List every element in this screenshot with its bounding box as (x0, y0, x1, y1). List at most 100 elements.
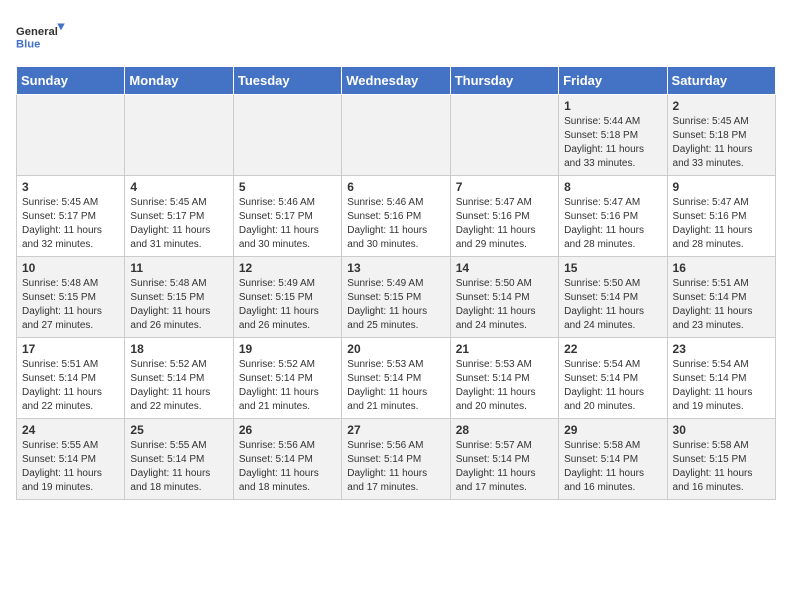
day-info: Sunrise: 5:55 AM Sunset: 5:14 PM Dayligh… (130, 439, 227, 495)
day-info: Sunrise: 5:54 AM Sunset: 5:14 PM Dayligh… (564, 358, 661, 414)
day-info: Sunrise: 5:49 AM Sunset: 5:15 PM Dayligh… (239, 277, 336, 333)
calendar-cell (125, 95, 233, 176)
day-number: 23 (673, 342, 770, 356)
day-info: Sunrise: 5:48 AM Sunset: 5:15 PM Dayligh… (130, 277, 227, 333)
calendar-cell: 30Sunrise: 5:58 AM Sunset: 5:15 PM Dayli… (667, 419, 775, 500)
day-number: 28 (456, 423, 553, 437)
day-number: 20 (347, 342, 444, 356)
calendar-cell: 23 Sunrise: 5:54 AM Sunset: 5:14 PM Dayli… (667, 338, 775, 419)
calendar-cell: 16 Sunrise: 5:51 AM Sunset: 5:14 PM Dayli… (667, 257, 775, 338)
day-number: 9 (673, 180, 770, 194)
day-info: Sunrise: 5:56 AM Sunset: 5:14 PM Dayligh… (239, 439, 336, 495)
weekday-header-monday: Monday (125, 67, 233, 95)
calendar-week-4: 17 Sunrise: 5:51 AM Sunset: 5:14 PM Dayli… (17, 338, 776, 419)
day-info: Sunrise: 5:45 AM Sunset: 5:17 PM Dayligh… (22, 196, 119, 252)
day-number: 15 (564, 261, 661, 275)
weekday-header-wednesday: Wednesday (342, 67, 450, 95)
day-info: Sunrise: 5:45 AM Sunset: 5:18 PM Dayligh… (673, 115, 770, 171)
calendar-cell: 10Sunrise: 5:48 AM Sunset: 5:15 PM Dayli… (17, 257, 125, 338)
day-number: 5 (239, 180, 336, 194)
header: General Blue (16, 16, 776, 56)
day-info: Sunrise: 5:58 AM Sunset: 5:15 PM Dayligh… (673, 439, 770, 495)
calendar-cell: 24 Sunrise: 5:55 AM Sunset: 5:14 PM Dayli… (17, 419, 125, 500)
day-number: 16 (673, 261, 770, 275)
day-info: Sunrise: 5:49 AM Sunset: 5:15 PM Dayligh… (347, 277, 444, 333)
day-number: 21 (456, 342, 553, 356)
calendar-cell: 2 Sunrise: 5:45 AM Sunset: 5:18 PM Daylig… (667, 95, 775, 176)
day-info: Sunrise: 5:53 AM Sunset: 5:14 PM Dayligh… (456, 358, 553, 414)
weekday-header-row: SundayMondayTuesdayWednesdayThursdayFrid… (17, 67, 776, 95)
day-number: 14 (456, 261, 553, 275)
calendar-cell: 17 Sunrise: 5:51 AM Sunset: 5:14 PM Dayli… (17, 338, 125, 419)
day-info: Sunrise: 5:47 AM Sunset: 5:16 PM Dayligh… (673, 196, 770, 252)
day-info: Sunrise: 5:54 AM Sunset: 5:14 PM Dayligh… (673, 358, 770, 414)
day-number: 13 (347, 261, 444, 275)
day-number: 24 (22, 423, 119, 437)
calendar-cell: 28 Sunrise: 5:57 AM Sunset: 5:14 PM Dayli… (450, 419, 558, 500)
weekday-header-sunday: Sunday (17, 67, 125, 95)
day-number: 19 (239, 342, 336, 356)
day-number: 6 (347, 180, 444, 194)
day-info: Sunrise: 5:52 AM Sunset: 5:14 PM Dayligh… (130, 358, 227, 414)
calendar-cell (17, 95, 125, 176)
calendar-cell: 7 Sunrise: 5:47 AM Sunset: 5:16 PM Daylig… (450, 176, 558, 257)
calendar-cell: 20Sunrise: 5:53 AM Sunset: 5:14 PM Dayli… (342, 338, 450, 419)
day-number: 22 (564, 342, 661, 356)
calendar-cell (342, 95, 450, 176)
day-info: Sunrise: 5:47 AM Sunset: 5:16 PM Dayligh… (564, 196, 661, 252)
calendar-cell: 11Sunrise: 5:48 AM Sunset: 5:15 PM Dayli… (125, 257, 233, 338)
svg-text:Blue: Blue (16, 38, 40, 50)
day-number: 18 (130, 342, 227, 356)
calendar-cell (233, 95, 341, 176)
calendar-cell: 19Sunrise: 5:52 AM Sunset: 5:14 PM Dayli… (233, 338, 341, 419)
calendar-cell: 25 Sunrise: 5:55 AM Sunset: 5:14 PM Dayli… (125, 419, 233, 500)
calendar-cell: 5Sunrise: 5:46 AM Sunset: 5:17 PM Daylig… (233, 176, 341, 257)
day-number: 1 (564, 99, 661, 113)
day-info: Sunrise: 5:55 AM Sunset: 5:14 PM Dayligh… (22, 439, 119, 495)
weekday-header-friday: Friday (559, 67, 667, 95)
calendar-cell (450, 95, 558, 176)
calendar-cell: 1 Sunrise: 5:44 AM Sunset: 5:18 PM Daylig… (559, 95, 667, 176)
day-info: Sunrise: 5:51 AM Sunset: 5:14 PM Dayligh… (22, 358, 119, 414)
day-info: Sunrise: 5:56 AM Sunset: 5:14 PM Dayligh… (347, 439, 444, 495)
calendar-cell: 13 Sunrise: 5:49 AM Sunset: 5:15 PM Dayli… (342, 257, 450, 338)
day-number: 27 (347, 423, 444, 437)
day-number: 4 (130, 180, 227, 194)
calendar-cell: 3Sunrise: 5:45 AM Sunset: 5:17 PM Daylig… (17, 176, 125, 257)
calendar-cell: 27 Sunrise: 5:56 AM Sunset: 5:14 PM Dayli… (342, 419, 450, 500)
logo-svg: General Blue (16, 16, 66, 56)
calendar-week-1: 1 Sunrise: 5:44 AM Sunset: 5:18 PM Daylig… (17, 95, 776, 176)
day-info: Sunrise: 5:57 AM Sunset: 5:14 PM Dayligh… (456, 439, 553, 495)
day-info: Sunrise: 5:50 AM Sunset: 5:14 PM Dayligh… (564, 277, 661, 333)
svg-text:General: General (16, 26, 58, 38)
calendar-week-2: 3Sunrise: 5:45 AM Sunset: 5:17 PM Daylig… (17, 176, 776, 257)
day-number: 7 (456, 180, 553, 194)
calendar-cell: 8 Sunrise: 5:47 AM Sunset: 5:16 PM Daylig… (559, 176, 667, 257)
calendar-cell: 12 Sunrise: 5:49 AM Sunset: 5:15 PM Dayli… (233, 257, 341, 338)
logo: General Blue (16, 16, 66, 56)
day-info: Sunrise: 5:51 AM Sunset: 5:14 PM Dayligh… (673, 277, 770, 333)
day-info: Sunrise: 5:44 AM Sunset: 5:18 PM Dayligh… (564, 115, 661, 171)
calendar-cell: 18 Sunrise: 5:52 AM Sunset: 5:14 PM Dayli… (125, 338, 233, 419)
day-number: 2 (673, 99, 770, 113)
calendar-cell: 22 Sunrise: 5:54 AM Sunset: 5:14 PM Dayli… (559, 338, 667, 419)
calendar-week-5: 24 Sunrise: 5:55 AM Sunset: 5:14 PM Dayli… (17, 419, 776, 500)
calendar-cell: 6Sunrise: 5:46 AM Sunset: 5:16 PM Daylig… (342, 176, 450, 257)
weekday-header-tuesday: Tuesday (233, 67, 341, 95)
day-number: 10 (22, 261, 119, 275)
day-number: 29 (564, 423, 661, 437)
day-info: Sunrise: 5:47 AM Sunset: 5:16 PM Dayligh… (456, 196, 553, 252)
day-number: 25 (130, 423, 227, 437)
calendar-cell: 9 Sunrise: 5:47 AM Sunset: 5:16 PM Daylig… (667, 176, 775, 257)
day-number: 8 (564, 180, 661, 194)
calendar-cell: 4 Sunrise: 5:45 AM Sunset: 5:17 PM Daylig… (125, 176, 233, 257)
day-info: Sunrise: 5:50 AM Sunset: 5:14 PM Dayligh… (456, 277, 553, 333)
day-info: Sunrise: 5:45 AM Sunset: 5:17 PM Dayligh… (130, 196, 227, 252)
calendar-cell: 15 Sunrise: 5:50 AM Sunset: 5:14 PM Dayli… (559, 257, 667, 338)
calendar-cell: 26Sunrise: 5:56 AM Sunset: 5:14 PM Dayli… (233, 419, 341, 500)
day-number: 12 (239, 261, 336, 275)
calendar-week-3: 10 Sunrise: 5:48 AM Sunset: 5:15 PM Dayli… (17, 257, 776, 338)
calendar-cell: 14 Sunrise: 5:50 AM Sunset: 5:14 PM Dayli… (450, 257, 558, 338)
day-number: 17 (22, 342, 119, 356)
calendar-cell: 29Sunrise: 5:58 AM Sunset: 5:14 PM Dayli… (559, 419, 667, 500)
